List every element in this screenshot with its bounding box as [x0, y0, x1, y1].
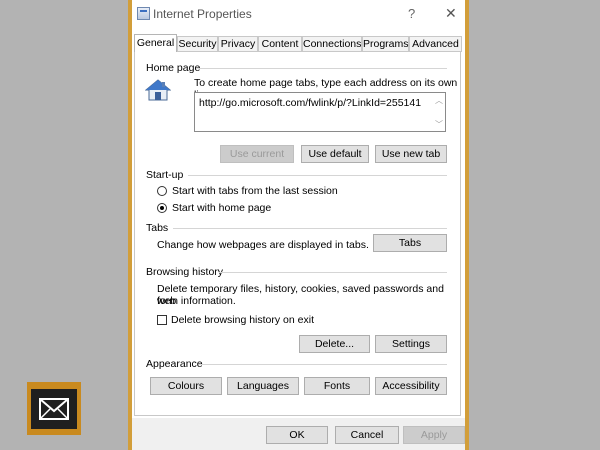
- tab-strip: General Security Privacy Content Connect…: [134, 34, 462, 52]
- accessibility-button[interactable]: Accessibility: [375, 377, 447, 395]
- browsing-history-section-title: Browsing history: [146, 266, 224, 278]
- startup-last-session-label[interactable]: Start with tabs from the last session: [172, 185, 338, 197]
- browsing-history-description-line2: form information.: [157, 295, 236, 307]
- mail-envelope-icon: [31, 389, 77, 429]
- divider: [173, 228, 447, 229]
- scroll-down-icon[interactable]: ﹀: [435, 119, 443, 130]
- home-page-url-textarea[interactable]: http://go.microsoft.com/fwlink/p/?LinkId…: [194, 92, 446, 132]
- divider: [199, 68, 447, 69]
- appearance-section-title: Appearance: [146, 358, 203, 370]
- home-page-icon: [145, 79, 171, 101]
- internet-properties-dialog: Internet Properties ? ✕ General Security…: [132, 0, 465, 450]
- divider: [202, 364, 447, 365]
- tab-programs[interactable]: Programs: [362, 36, 409, 52]
- tab-content[interactable]: Content: [258, 36, 302, 52]
- cancel-button[interactable]: Cancel: [335, 426, 399, 444]
- languages-button[interactable]: Languages: [227, 377, 299, 395]
- delete-history-on-exit-checkbox[interactable]: [157, 315, 167, 325]
- ok-button[interactable]: OK: [266, 426, 328, 444]
- history-settings-button[interactable]: Settings: [375, 335, 447, 353]
- tabs-settings-button[interactable]: Tabs: [373, 234, 447, 252]
- mail-badge: [27, 382, 81, 435]
- tab-security[interactable]: Security: [177, 36, 218, 52]
- divider: [188, 175, 447, 176]
- general-tab-panel: Home page To create home page tabs, type…: [134, 51, 461, 416]
- internet-options-icon: [137, 7, 150, 20]
- tabs-section-title: Tabs: [146, 222, 169, 234]
- startup-last-session-radio[interactable]: [157, 186, 167, 196]
- startup-home-page-label[interactable]: Start with home page: [172, 202, 271, 214]
- close-icon[interactable]: ✕: [445, 5, 457, 22]
- tabs-description: Change how webpages are displayed in tab…: [157, 239, 369, 251]
- startup-home-page-radio[interactable]: [157, 203, 167, 213]
- startup-section-title: Start-up: [146, 169, 184, 181]
- use-current-button[interactable]: Use current: [220, 145, 294, 163]
- tab-advanced[interactable]: Advanced: [409, 36, 462, 52]
- window-title: Internet Properties: [153, 7, 252, 21]
- delete-history-button[interactable]: Delete...: [299, 335, 370, 353]
- divider: [219, 272, 447, 273]
- tab-general[interactable]: General: [134, 34, 177, 52]
- scroll-up-icon[interactable]: ︿: [435, 95, 443, 106]
- tab-privacy[interactable]: Privacy: [218, 36, 258, 52]
- fonts-button[interactable]: Fonts: [304, 377, 370, 395]
- use-default-button[interactable]: Use default: [301, 145, 369, 163]
- delete-history-on-exit-label[interactable]: Delete browsing history on exit: [171, 314, 314, 326]
- home-page-url: http://go.microsoft.com/fwlink/p/?LinkId…: [199, 97, 422, 109]
- help-button[interactable]: ?: [408, 6, 415, 21]
- dialog-footer: OK Cancel Apply: [132, 418, 465, 450]
- colours-button[interactable]: Colours: [150, 377, 222, 395]
- use-new-tab-button[interactable]: Use new tab: [375, 145, 447, 163]
- apply-button[interactable]: Apply: [403, 426, 465, 444]
- home-page-section-title: Home page: [146, 62, 201, 74]
- title-bar[interactable]: Internet Properties ? ✕: [132, 0, 465, 28]
- tab-connections[interactable]: Connections: [302, 36, 362, 52]
